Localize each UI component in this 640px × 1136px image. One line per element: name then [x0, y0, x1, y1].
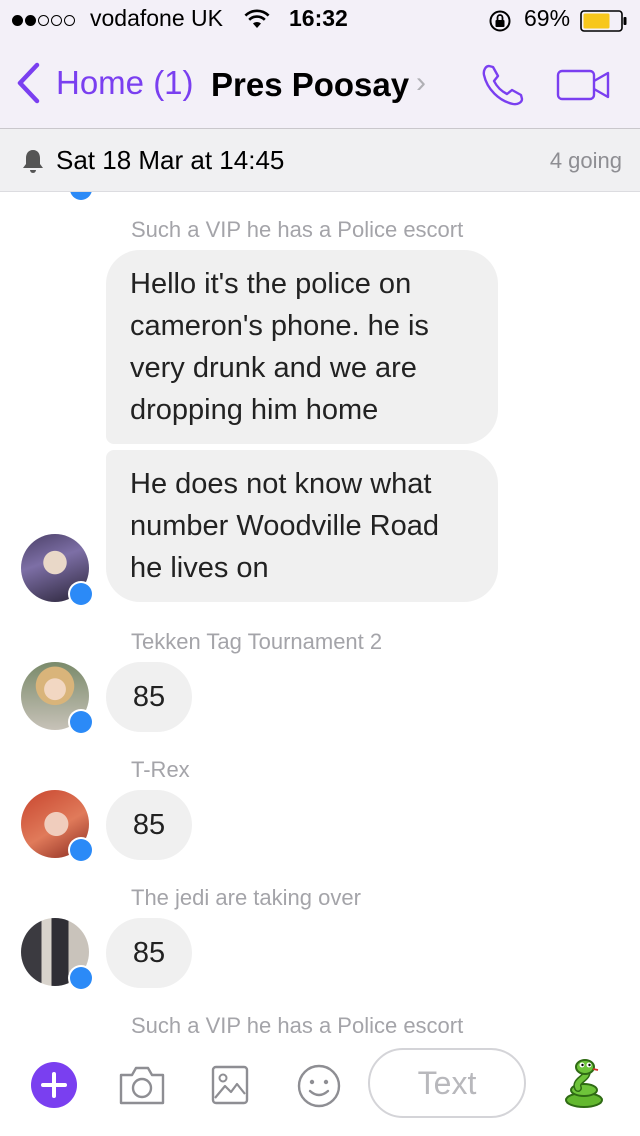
rotation-lock-icon: [489, 10, 511, 32]
messenger-badge: [68, 581, 94, 607]
gallery-button[interactable]: [210, 1064, 250, 1106]
wifi-icon: [244, 9, 270, 28]
back-button[interactable]: Home (1): [16, 60, 194, 106]
message-list[interactable]: Such a VIP he has a Police escort Hello …: [0, 192, 640, 1034]
camera-icon: [119, 1066, 165, 1105]
gallery-icon: [211, 1065, 249, 1105]
message-bubble[interactable]: 85: [106, 662, 192, 732]
message-bubble[interactable]: 85: [106, 918, 192, 988]
message-input[interactable]: Text: [368, 1048, 526, 1118]
chevron-right-icon: ›: [416, 66, 426, 99]
message-bubble[interactable]: 85: [106, 790, 192, 860]
back-label: Home (1): [56, 64, 194, 101]
message-caption: Tekken Tag Tournament 2: [131, 629, 383, 654]
messenger-badge: [68, 837, 94, 863]
battery-percent: 69%: [524, 5, 571, 31]
chevron-left-icon: [17, 62, 40, 104]
emoji-icon: [297, 1064, 341, 1108]
event-reminder-bar[interactable]: Sat 18 Mar at 14:45 4 going: [0, 129, 640, 192]
event-date: Sat 18 Mar at 14:45: [56, 145, 285, 175]
header: vodafone UK 16:32 69% Home (1) Pres Poos…: [0, 0, 640, 129]
message-line: cameron's phone. he is: [130, 310, 429, 342]
plus-button[interactable]: [30, 1061, 78, 1109]
message-caption: The jedi are taking over: [131, 885, 361, 910]
battery-icon: [580, 10, 627, 32]
messenger-icon: [70, 711, 92, 733]
event-going-count: 4 going: [549, 148, 622, 173]
message-line: He does not know what: [130, 468, 432, 500]
message-line: dropping him home: [130, 394, 379, 426]
video-call-button[interactable]: [556, 68, 612, 102]
messenger-icon: [70, 192, 92, 200]
phone-call-button[interactable]: [480, 62, 526, 108]
message-caption: Such a VIP he has a Police escort: [131, 217, 464, 242]
message-bubble[interactable]: He does not know what number Woodville R…: [106, 450, 498, 602]
message-text: 85: [132, 809, 166, 841]
composer-toolbar: Text: [0, 1034, 640, 1136]
message-text: 85: [132, 937, 166, 969]
messenger-icon: [70, 839, 92, 861]
message-caption: T-Rex: [131, 757, 190, 782]
message-input-placeholder: Text: [417, 1064, 477, 1101]
message-bubble[interactable]: Hello it's the police on cameron's phone…: [106, 250, 498, 444]
messenger-badge: [68, 965, 94, 991]
status-bar: vodafone UK 16:32 69%: [0, 0, 640, 40]
phone-icon: [482, 64, 524, 106]
messenger-icon: [70, 967, 92, 989]
messenger-icon: [70, 583, 92, 605]
snake-sticker-button[interactable]: [560, 1056, 608, 1110]
message-caption: Such a VIP he has a Police escort: [131, 1013, 464, 1034]
clock: 16:32: [289, 5, 348, 31]
bell-icon: [23, 150, 43, 173]
video-camera-icon: [556, 69, 610, 101]
messenger-badge: [68, 192, 94, 202]
emoji-button[interactable]: [296, 1063, 342, 1109]
snake-sticker-icon: [565, 1059, 603, 1108]
carrier-name: vodafone UK: [90, 5, 223, 31]
navigation-bar: Home (1) Pres Poosay ›: [0, 40, 640, 128]
message-line: number Woodville Road: [130, 510, 439, 542]
camera-button[interactable]: [118, 1064, 166, 1106]
messenger-badge: [68, 709, 94, 735]
message-text: 85: [132, 681, 166, 713]
message-line: he lives on: [130, 552, 269, 584]
signal-strength-icon: [12, 13, 77, 31]
conversation-title[interactable]: Pres Poosay: [211, 66, 409, 104]
message-line: very drunk and we are: [130, 352, 417, 384]
message-line: Hello it's the police on: [130, 268, 412, 300]
